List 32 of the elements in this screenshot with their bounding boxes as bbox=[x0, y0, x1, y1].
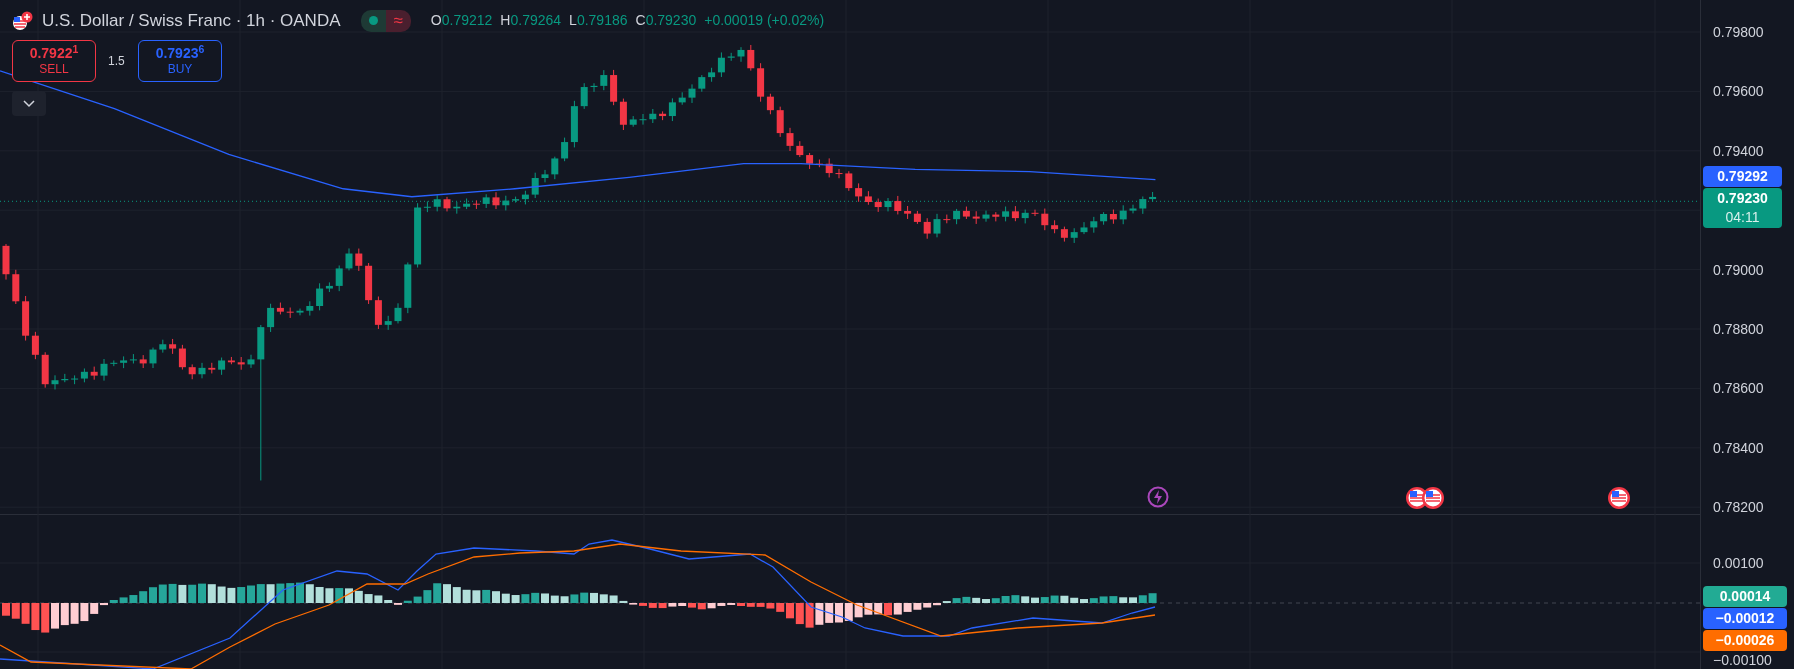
price-value: 0.79230 bbox=[1717, 189, 1768, 208]
flag-event-icon[interactable] bbox=[1421, 486, 1445, 510]
collapse-button[interactable] bbox=[12, 91, 46, 116]
currency-flags-icon bbox=[12, 10, 34, 31]
price-change: +0.00019 (+0.02%) bbox=[704, 11, 825, 31]
price-axis-label: 0.78800 bbox=[1713, 319, 1764, 339]
price-axis-label: 0.78600 bbox=[1713, 378, 1764, 398]
price-axis-label: 0.79800 bbox=[1713, 22, 1764, 42]
price-axis-label: 0.79400 bbox=[1713, 141, 1764, 161]
macd-axis-label: −0.00100 bbox=[1713, 650, 1772, 669]
price-axis-label: 0.78200 bbox=[1713, 497, 1764, 517]
flag-event-icon[interactable] bbox=[1607, 486, 1631, 510]
macd-value-badge: −0.00012 bbox=[1703, 608, 1787, 629]
macd-value-badge: 0.00014 bbox=[1703, 586, 1787, 607]
sell-button[interactable]: 0.7922$^{1}$ SELL bbox=[12, 40, 96, 82]
buy-button[interactable]: 0.7923$^{6}$ BUY bbox=[138, 40, 222, 82]
ohlc-value: C0.79230 bbox=[635, 11, 697, 31]
macd-value-badge: −0.00026 bbox=[1703, 630, 1787, 651]
indicator-glyph: ≈ bbox=[385, 9, 411, 32]
price-axis-label: 0.79000 bbox=[1713, 260, 1764, 280]
price-value: 0.79292 bbox=[1717, 167, 1768, 186]
price-axis-label: 0.79600 bbox=[1713, 81, 1764, 101]
spread-value: 1.5 bbox=[108, 53, 126, 70]
symbol-title[interactable]: U.S. Dollar / Swiss Franc · 1h · OANDA bbox=[42, 8, 341, 34]
macd-axis-label: 0.00100 bbox=[1713, 553, 1764, 573]
ohlc-value: O0.79212 bbox=[430, 11, 493, 31]
ohlc-value: L0.79186 bbox=[569, 11, 628, 31]
ohlc-value: H0.79264 bbox=[500, 11, 562, 31]
candle-countdown: 04:11 bbox=[1725, 208, 1760, 227]
price-axis-label: 0.78400 bbox=[1713, 438, 1764, 458]
lightning-icon[interactable] bbox=[1147, 486, 1169, 508]
chevron-down-icon bbox=[23, 99, 35, 108]
